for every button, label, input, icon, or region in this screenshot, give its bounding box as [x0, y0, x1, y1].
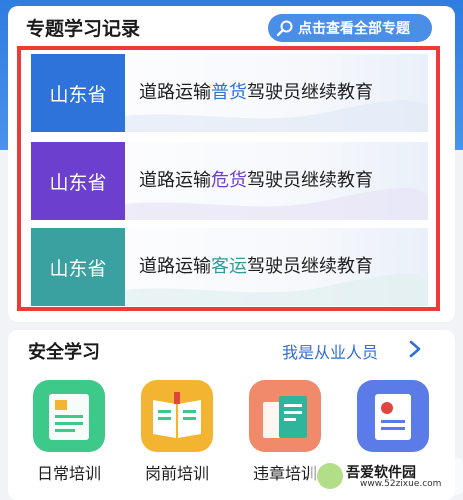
chevron-right-icon[interactable] [408, 340, 422, 358]
section-title: 专题学习记录 [26, 18, 141, 40]
view-all-topics-button[interactable]: 点击查看全部专题 [268, 14, 432, 42]
document-icon [375, 394, 411, 440]
highlight-frame [17, 46, 440, 311]
worker-link[interactable]: 我是从业人员 [282, 339, 378, 363]
watermark-url: www.52zixue.com [360, 479, 442, 489]
category-tile-4[interactable] [357, 380, 429, 452]
daily-training-label: 日常培训 [36, 464, 101, 483]
safety-section-title: 安全学习 [28, 342, 100, 363]
open-book-icon [153, 392, 201, 438]
books-icon [263, 396, 307, 438]
violation-training-tile[interactable] [249, 380, 321, 452]
search-icon [276, 20, 293, 37]
daily-training-tile[interactable] [33, 380, 105, 452]
view-all-label: 点击查看全部专题 [298, 21, 410, 37]
pre-job-training-label: 岗前培训 [144, 464, 209, 483]
pre-job-training-tile[interactable] [141, 380, 213, 452]
book-icon [49, 394, 89, 440]
